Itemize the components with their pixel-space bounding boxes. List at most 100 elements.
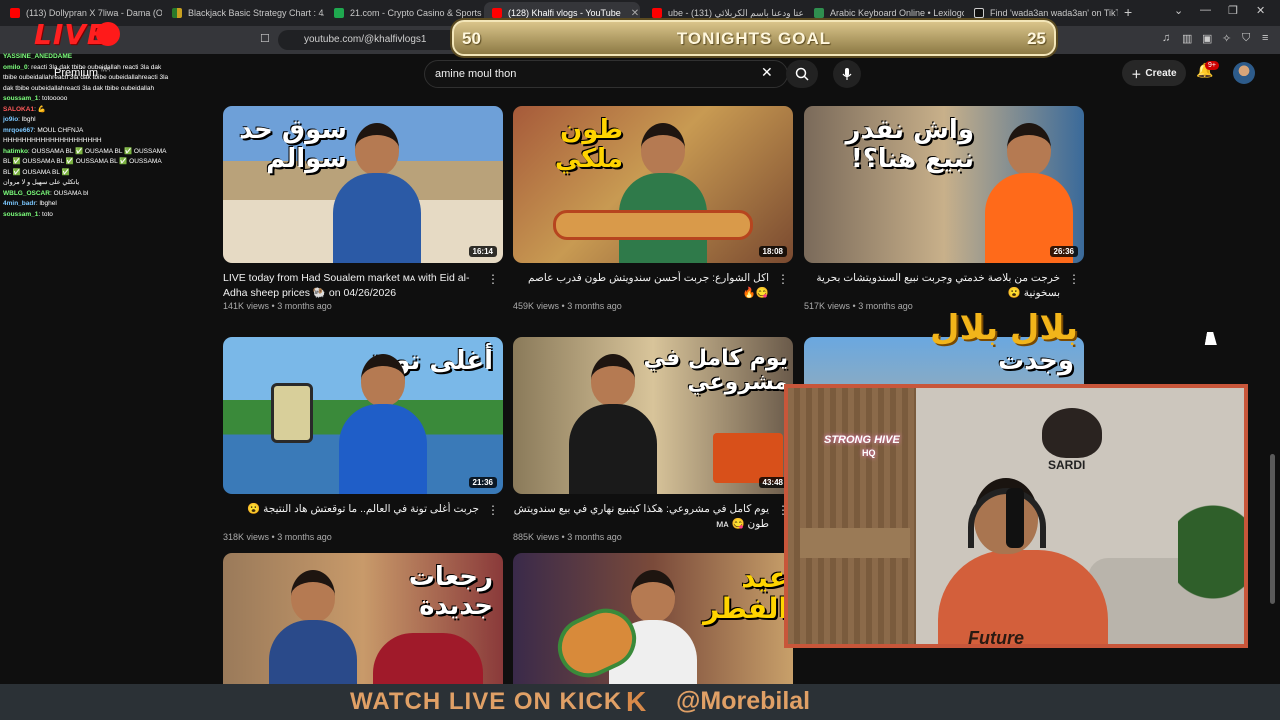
- video-meta: 459K views • 3 months ago: [513, 301, 622, 311]
- new-tab-icon[interactable]: +: [1124, 4, 1132, 20]
- youtube-icon: [10, 8, 20, 18]
- plant: [1178, 488, 1244, 644]
- create-label: Create: [1145, 67, 1177, 79]
- tab-label: (113) Dollypran X 7liwa - Dama (Off: [26, 8, 162, 18]
- video-card[interactable]: سوق حد سوالم 16:14 LIVE today from Had S…: [223, 106, 503, 311]
- video-duration: 26:36: [1049, 246, 1078, 257]
- thumbnail-caption: واش نقدر نبيع هنا؟!: [845, 115, 974, 174]
- video-duration: 21:36: [468, 477, 497, 488]
- chat-message: ياتكلي على سهيل و لا مروان: [3, 178, 170, 189]
- video-thumbnail[interactable]: أغلى تونة 21:36: [223, 337, 503, 494]
- wallet-icon[interactable]: ▣: [1202, 32, 1212, 45]
- video-title[interactable]: خرجت من بلاصة خدمتي وجربت نبيع السندويتش…: [804, 271, 1084, 301]
- chat-username[interactable]: mrqoe667: [3, 127, 34, 134]
- chat-username[interactable]: WBLG_OSCAR: [3, 190, 50, 197]
- video-thumbnail[interactable]: رجعات جديدة: [223, 553, 503, 684]
- video-meta: 318K views • 3 months ago: [223, 532, 332, 542]
- sidebar-icon[interactable]: ▥: [1182, 32, 1192, 45]
- chat-username[interactable]: jo9io: [3, 116, 18, 123]
- create-button[interactable]: ＋ Create: [1122, 60, 1186, 86]
- tab-label: Find 'wada3an wada3an' on TikTok |: [990, 8, 1118, 18]
- chat-username[interactable]: hatimko: [3, 148, 28, 155]
- webcam-overlay: STRONG HIVE HQ SARDI Future: [784, 384, 1248, 648]
- chat-username[interactable]: soussam_1: [3, 95, 38, 102]
- avatar[interactable]: [1233, 62, 1255, 84]
- menu-icon[interactable]: ≡: [1262, 32, 1268, 44]
- scrollbar-thumb[interactable]: [1270, 454, 1275, 604]
- search-button[interactable]: [786, 60, 818, 88]
- clear-search-icon[interactable]: ✕: [761, 64, 773, 81]
- tab-label: 21.com - Crypto Casino & Sports B: [350, 8, 484, 18]
- chat-message: SALOKA1: 💪: [3, 105, 170, 116]
- close-window-icon[interactable]: ✕: [1256, 4, 1265, 17]
- more-options-icon[interactable]: ⋮: [777, 272, 789, 286]
- video-title[interactable]: LIVE today from Had Soualem market ᴍᴀ wi…: [223, 271, 503, 301]
- more-options-icon[interactable]: ⋮: [487, 503, 499, 517]
- shield-icon[interactable]: ⛉: [1242, 32, 1250, 45]
- tab-label: Blackjack Basic Strategy Chart : 4/6/: [188, 8, 324, 18]
- video-card[interactable]: رجعات جديدة: [223, 553, 503, 684]
- chat-message: mrqoe667: MOUL CHFNJA HHHHHHHHHHHHHHHHHH…: [3, 126, 170, 147]
- chat-text: : lbghl: [18, 116, 36, 123]
- chat-username[interactable]: SALOKA1: [3, 106, 34, 113]
- chat-message: soussam_1: totooooo: [3, 94, 170, 105]
- tab-label: (128) Khalfi vlogs - YouTube: [508, 8, 621, 18]
- person-figure: [563, 354, 663, 494]
- lexilogos-icon: [814, 8, 824, 18]
- chat-message: hatimko: OUSSAMA BL ✅ OUSAMA BL ✅ OUSSAM…: [3, 147, 170, 179]
- url-text: youtube.com/@khalfivlogs1: [304, 34, 427, 45]
- chat-username[interactable]: omilo_0: [3, 64, 28, 71]
- video-thumbnail[interactable]: سوق حد سوالم 16:14: [223, 106, 503, 263]
- goal-title: TONIGHTS GOAL: [676, 29, 832, 48]
- chat-text: : OUSAMA bl: [49, 189, 89, 197]
- chat-text: : lbghel: [35, 200, 57, 207]
- chat-text: : OUSSAMA BL ✅ OUSAMA BL ✅ OUSSAMA BL ✅ …: [3, 147, 167, 176]
- video-card[interactable]: عيد الفطر: [513, 553, 793, 684]
- chat-username[interactable]: soussam_1: [3, 211, 38, 218]
- notification-count-badge: 9+: [1205, 61, 1219, 70]
- live-dot-icon: [96, 22, 120, 46]
- shelf: [800, 528, 910, 558]
- restore-icon[interactable]: ❐: [1228, 4, 1238, 17]
- tab-search-icon[interactable]: ⌄: [1174, 4, 1183, 17]
- goal-target: 25: [1027, 29, 1046, 48]
- minimize-icon[interactable]: —: [1200, 4, 1211, 16]
- chat-text: : 💪: [34, 105, 46, 113]
- person-figure: [613, 123, 713, 263]
- tuna-jar-image: [271, 383, 313, 443]
- tiktok-icon: [974, 8, 984, 18]
- video-thumbnail[interactable]: يوم كامل في مشروعي 43:48: [513, 337, 793, 494]
- close-tab-icon[interactable]: ✕: [631, 8, 639, 19]
- chat-message: soussam_1: toto: [3, 210, 170, 221]
- extension-icon[interactable]: ✧: [1222, 32, 1231, 45]
- youtube-icon: [492, 8, 502, 18]
- more-options-icon[interactable]: ⋮: [1068, 272, 1080, 286]
- video-card[interactable]: أغلى تونة 21:36 جربت أغلى تونة في العالم…: [223, 337, 503, 542]
- browser-tab[interactable]: Blackjack Basic Strategy Chart : 4/6/: [164, 2, 324, 24]
- bookmark-icon[interactable]: ☐: [260, 32, 270, 45]
- video-title[interactable]: اكل الشوارع: جربت أحسن سندويتش طون فدرب …: [513, 271, 793, 301]
- media-icon[interactable]: ♫: [1162, 32, 1170, 44]
- chat-text: : reacti 3la dak tbibe oubeidallah react…: [3, 63, 169, 92]
- video-card[interactable]: يوم كامل في مشروعي 43:48 يوم كامل في مشر…: [513, 337, 793, 542]
- voice-search-button[interactable]: [833, 60, 861, 88]
- search-input[interactable]: amine moul thon: [424, 60, 788, 88]
- video-card[interactable]: واش نقدر نبيع هنا؟! 26:36 خرجت من بلاصة …: [804, 106, 1084, 311]
- video-thumbnail[interactable]: واش نقدر نبيع هنا؟! 26:36: [804, 106, 1084, 263]
- mouse-cursor-icon: [1204, 332, 1220, 345]
- arabic-overlay-text: بلال بلال: [930, 308, 1079, 348]
- kick-handle: @Morebilal: [676, 687, 811, 715]
- chat-username[interactable]: YASSINE_ANEDDAME: [3, 53, 72, 60]
- person-figure: [327, 123, 427, 263]
- video-duration: 43:48: [758, 477, 787, 488]
- video-thumbnail[interactable]: طون ملكي 18:08: [513, 106, 793, 263]
- video-thumbnail[interactable]: عيد الفطر: [513, 553, 793, 684]
- video-title[interactable]: يوم كامل في مشروعي: هكذا كيتبيع نهاري في…: [513, 502, 793, 532]
- video-title[interactable]: جربت أغلى تونة في العالم.. ما توقعتش هاد…: [223, 502, 503, 532]
- video-card[interactable]: طون ملكي 18:08 اكل الشوارع: جربت أحسن سن…: [513, 106, 793, 311]
- more-options-icon[interactable]: ⋮: [487, 272, 499, 286]
- person-figure: [333, 354, 433, 494]
- video-meta: 885K views • 3 months ago: [513, 532, 622, 542]
- chat-username[interactable]: 4min_badr: [3, 200, 36, 207]
- plus-icon: ＋: [1131, 69, 1142, 81]
